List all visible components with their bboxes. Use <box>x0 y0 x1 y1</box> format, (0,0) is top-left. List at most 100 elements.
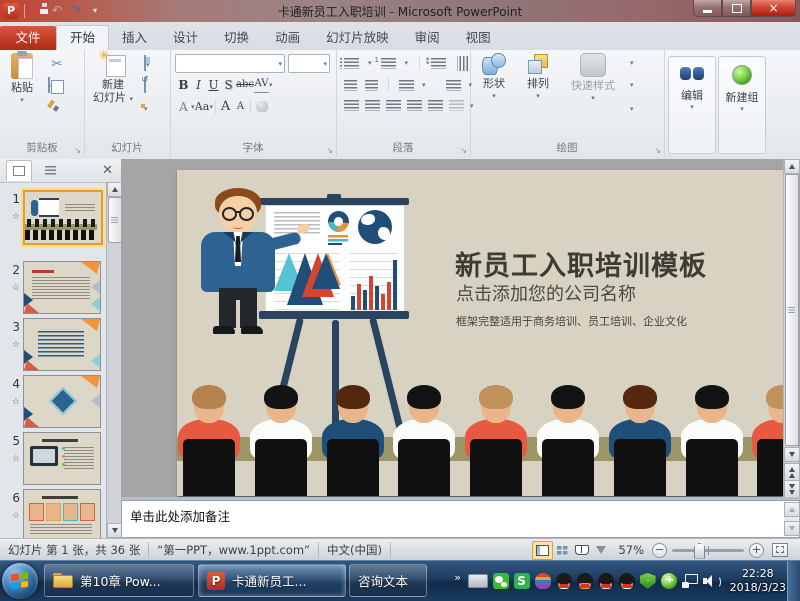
reset-button[interactable] <box>144 78 146 92</box>
tab-insert[interactable]: 插入 <box>109 26 160 50</box>
volume-icon[interactable] <box>703 574 719 588</box>
paste-button[interactable]: 粘贴▾ <box>2 53 42 107</box>
distribute-button[interactable] <box>428 100 443 111</box>
align-center-button[interactable] <box>365 100 380 111</box>
notes-pane[interactable]: 单击此处添加备注 <box>121 500 800 538</box>
section-button[interactable]: ▾ <box>144 100 148 114</box>
restore-button[interactable] <box>722 0 751 17</box>
clipboard-dialog-launcher[interactable]: ↘ <box>74 146 81 155</box>
underline-button[interactable]: U <box>206 77 221 93</box>
reading-view-button[interactable] <box>572 542 591 559</box>
slideshow-view-button[interactable] <box>591 542 610 559</box>
slide-title[interactable]: 新员工入职培训模板 <box>455 244 707 283</box>
align-text-button[interactable] <box>446 80 461 91</box>
show-desktop-button[interactable] <box>787 561 800 601</box>
scrollbar-thumb[interactable] <box>108 197 122 243</box>
tray-overflow-chevron-icon[interactable]: » <box>453 571 463 584</box>
close-button[interactable]: × <box>751 0 796 17</box>
font-name-combo[interactable]: ▾ <box>175 54 285 73</box>
slide-canvas[interactable]: 新员工入职培训模板 点击添加您的公司名称 框架完整适用于商务培训、员工培训、企业… <box>177 170 783 496</box>
qq-icon[interactable] <box>556 573 572 589</box>
tab-transitions[interactable]: 切换 <box>211 26 262 50</box>
slide-subtitle[interactable]: 点击添加您的公司名称 <box>456 280 636 306</box>
tab-review[interactable]: 审阅 <box>402 26 453 50</box>
qq-briefcase-icon[interactable] <box>577 573 593 589</box>
outline-tab[interactable] <box>38 161 62 181</box>
qq-icon[interactable] <box>619 573 635 589</box>
text-shadow-button[interactable]: S <box>221 77 236 93</box>
zoom-out-button[interactable]: − <box>652 543 667 558</box>
copy-button[interactable]: ▾ <box>48 78 54 92</box>
shape-effects-button[interactable]: ▾ <box>630 100 634 114</box>
scroll-down-button[interactable] <box>784 521 800 536</box>
quick-styles-button[interactable]: 快速样式▾ <box>562 53 624 105</box>
start-button[interactable] <box>2 563 38 599</box>
arrange-button[interactable]: 排列▾ <box>518 53 558 103</box>
wechat-icon[interactable] <box>493 573 509 589</box>
slide-thumbnail-6[interactable]: 6☆ <box>0 489 106 538</box>
tab-slideshow[interactable]: 幻灯片放映 <box>313 26 402 50</box>
shrink-font-button[interactable]: A <box>233 99 248 115</box>
zoom-slider[interactable] <box>672 549 744 552</box>
smartart-convert-button[interactable] <box>449 100 464 111</box>
justify-button[interactable] <box>407 100 422 111</box>
security-shield-icon[interactable] <box>640 573 656 589</box>
zoom-slider-thumb[interactable] <box>694 543 705 559</box>
align-right-button[interactable] <box>386 100 401 111</box>
tab-design[interactable]: 设计 <box>160 26 211 50</box>
slide-thumbnail-4[interactable]: 4☆ <box>0 375 106 428</box>
font-color-button[interactable]: A <box>176 99 191 115</box>
font-size-combo[interactable]: ▾ <box>288 54 330 73</box>
numbering-button[interactable] <box>381 58 396 69</box>
shape-fill-button[interactable]: ▾ <box>630 54 634 68</box>
clock[interactable]: 22:28 2018/3/23 <box>730 567 786 595</box>
tab-view[interactable]: 视图 <box>453 26 504 50</box>
shapes-button[interactable]: 形状▾ <box>474 53 514 103</box>
rainbow-browser-icon[interactable] <box>535 573 551 589</box>
clear-formatting-button[interactable] <box>253 98 271 115</box>
thumbnails-scrollbar[interactable] <box>106 182 121 538</box>
scrollbar-thumb[interactable] <box>785 174 799 446</box>
notes-scrollbar[interactable] <box>784 502 798 536</box>
align-left-button[interactable] <box>344 100 359 111</box>
qq-icon[interactable] <box>598 573 614 589</box>
tab-file[interactable]: 文件 <box>0 26 56 50</box>
scroll-down-button[interactable] <box>784 447 800 462</box>
slide-caption[interactable]: 框架完整适用于商务培训、员工培训、企业文化 <box>456 313 687 329</box>
new-group-button[interactable]: 新建组 ▾ <box>718 56 766 154</box>
line-spacing-button[interactable] <box>431 58 446 69</box>
next-slide-button[interactable] <box>784 480 800 497</box>
bullets-button[interactable] <box>344 58 359 69</box>
tab-animations[interactable]: 动画 <box>262 26 313 50</box>
decrease-indent-button[interactable] <box>344 80 357 91</box>
fit-to-window-button[interactable] <box>772 543 788 557</box>
language-indicator[interactable]: 中文(中国) <box>327 542 382 558</box>
antivirus-ball-icon[interactable] <box>661 573 677 589</box>
text-direction-button[interactable] <box>457 56 468 71</box>
slide-sorter-view-button[interactable] <box>553 542 572 559</box>
previous-slide-button[interactable] <box>784 463 800 481</box>
pane-close-button[interactable]: ✕ <box>102 163 113 178</box>
slide-thumbnail-1[interactable]: 1☆ <box>0 190 106 243</box>
paragraph-dialog-launcher[interactable]: ↘ <box>460 146 467 155</box>
notes-placeholder[interactable]: 单击此处添加备注 <box>130 506 230 525</box>
slide-thumbnail-2[interactable]: 2☆ <box>0 261 106 314</box>
slide-thumbnail-3[interactable]: 3☆ <box>0 318 106 371</box>
normal-view-button[interactable] <box>532 541 553 560</box>
slide-thumbnail-5[interactable]: 5☆ <box>0 432 106 485</box>
change-case-button[interactable]: Aa <box>195 99 210 115</box>
columns-button[interactable] <box>399 80 414 91</box>
network-icon[interactable] <box>682 574 698 588</box>
taskbar-item-folder[interactable]: 第10章 Pow... <box>44 564 194 597</box>
drawing-dialog-launcher[interactable]: ↘ <box>654 146 661 155</box>
minimize-button[interactable] <box>693 0 722 17</box>
keyboard-icon[interactable] <box>468 574 488 588</box>
zoom-in-button[interactable]: + <box>749 543 764 558</box>
tab-home[interactable]: 开始 <box>56 25 109 50</box>
new-slide-button[interactable]: ✳ 新建 幻灯片 ▾ <box>86 53 140 106</box>
shape-outline-button[interactable]: ▾ <box>630 76 634 90</box>
editor-scrollbar[interactable] <box>783 159 798 497</box>
character-spacing-button[interactable]: AV <box>254 76 269 93</box>
scroll-up-button[interactable] <box>784 159 800 174</box>
layout-button[interactable]: ▾ <box>144 56 150 70</box>
